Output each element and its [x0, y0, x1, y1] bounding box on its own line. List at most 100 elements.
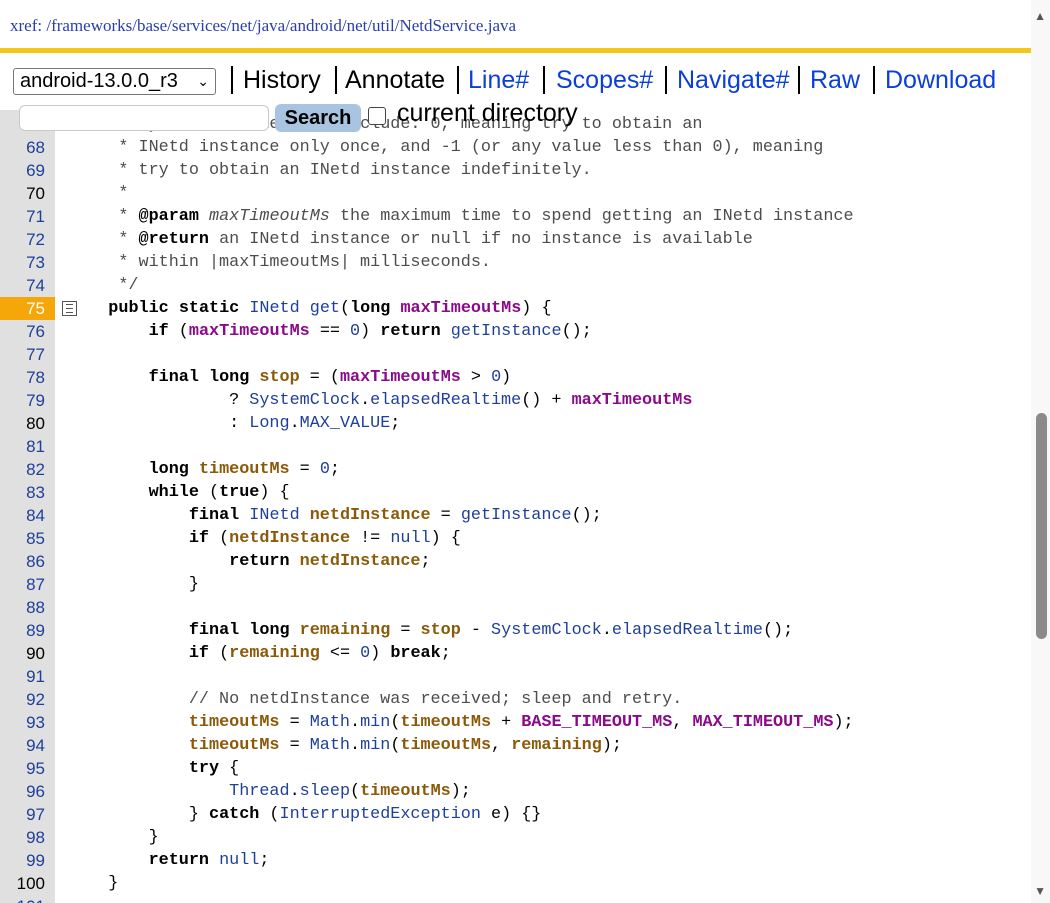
code-line: 85 if (netdInstance != null) {: [0, 527, 1031, 550]
toolbar-separator: [231, 66, 233, 94]
toolbar-separator: [665, 66, 667, 94]
line-number[interactable]: 79: [0, 389, 45, 412]
code-line: 75 public static INetd get(long maxTimeo…: [0, 297, 1031, 320]
code-line: 87 }: [0, 573, 1031, 596]
code-text: */: [68, 276, 139, 295]
toolbar-separator: [335, 66, 337, 94]
line-number[interactable]: 74: [0, 274, 45, 297]
code-line: 96 Thread.sleep(timeoutMs);: [0, 780, 1031, 803]
line-number[interactable]: 81: [0, 435, 45, 458]
line-number[interactable]: 97: [0, 803, 45, 826]
line-number[interactable]: 96: [0, 780, 45, 803]
line-number[interactable]: 68: [0, 136, 45, 159]
code-text: final long stop = (maxTimeoutMs > 0): [148, 368, 512, 387]
line-number[interactable]: 101: [0, 895, 45, 903]
line-number[interactable]: 88: [0, 596, 45, 619]
code-line: 99 return null;: [0, 849, 1031, 872]
scrollbar-thumb[interactable]: [1036, 413, 1047, 639]
line-number[interactable]: 100: [0, 872, 45, 895]
line-number[interactable]: 94: [0, 734, 45, 757]
code-text: } catch (InterruptedException e) {}: [68, 805, 542, 824]
version-select-value: android-13.0.0_r3: [20, 70, 178, 92]
toolbar-separator: [543, 66, 545, 94]
line-number[interactable]: 78: [0, 366, 45, 389]
code-text: final long remaining = stop - SystemCloc…: [188, 621, 794, 640]
line-number[interactable]: 83: [0, 481, 45, 504]
code-text: if (netdInstance != null) {: [188, 529, 461, 548]
line-number[interactable]: 71: [0, 205, 45, 228]
line-number[interactable]: 72: [0, 228, 45, 251]
code-text: * @param maxTimeoutMs the maximum time t…: [68, 207, 854, 226]
current-directory-checkbox[interactable]: [368, 107, 386, 125]
search-input[interactable]: [19, 105, 269, 131]
code-line: 74 */: [0, 274, 1031, 297]
code-line: 94 timeoutMs = Math.min(timeoutMs, remai…: [0, 734, 1031, 757]
code-text: Thread.sleep(timeoutMs);: [229, 782, 471, 801]
toolbar-separator: [798, 66, 800, 94]
code-line: 71 * @param maxTimeoutMs the maximum tim…: [0, 205, 1031, 228]
line-number[interactable]: 70: [0, 182, 45, 205]
vertical-scrollbar[interactable]: ▲ ▼: [1031, 0, 1050, 903]
code-line: 76 if (maxTimeoutMs == 0) return getInst…: [0, 320, 1031, 343]
code-text: }: [68, 575, 199, 594]
line-number[interactable]: 73: [0, 251, 45, 274]
scopes-link[interactable]: Scopes#: [556, 64, 653, 96]
code-line: 95 try {: [0, 757, 1031, 780]
current-directory-label: current directory: [397, 99, 578, 127]
chevron-down-icon: ⌄: [197, 73, 209, 89]
line-number[interactable]: 90: [0, 642, 45, 665]
code-text: if (remaining <= 0) break;: [188, 644, 451, 663]
code-text: ? SystemClock.elapsedRealtime() + maxTim…: [68, 391, 693, 410]
line-number[interactable]: 85: [0, 527, 45, 550]
line-number[interactable]: 75: [0, 297, 55, 320]
code-text: if (maxTimeoutMs == 0) return getInstanc…: [148, 322, 592, 341]
line-number[interactable]: 89: [0, 619, 45, 642]
search-button[interactable]: Search: [275, 104, 361, 132]
line-number[interactable]: 82: [0, 458, 45, 481]
line-number[interactable]: 99: [0, 849, 45, 872]
code-text: timeoutMs = Math.min(timeoutMs + BASE_TI…: [188, 713, 854, 732]
line-number[interactable]: 87: [0, 573, 45, 596]
line-number[interactable]: 80: [0, 412, 45, 435]
toolbar-separator: [873, 66, 875, 94]
line-number[interactable]: 69: [0, 159, 45, 182]
navigate-link[interactable]: Navigate#: [677, 64, 790, 96]
line-number[interactable]: 86: [0, 550, 45, 573]
code-line: 73 * within |maxTimeoutMs| milliseconds.: [0, 251, 1031, 274]
line-number[interactable]: 77: [0, 343, 45, 366]
code-text: return netdInstance;: [229, 552, 431, 571]
code-line: 90 if (remaining <= 0) break;: [0, 642, 1031, 665]
line-number[interactable]: 84: [0, 504, 45, 527]
code-text: while (true) {: [148, 483, 290, 502]
annotate-link[interactable]: Annotate: [345, 64, 445, 96]
code-line: 78 final long stop = (maxTimeoutMs > 0): [0, 366, 1031, 389]
history-link[interactable]: History: [243, 64, 321, 96]
download-link[interactable]: Download: [885, 64, 996, 96]
code-line: 91: [0, 665, 1031, 688]
line-number[interactable]: 91: [0, 665, 45, 688]
raw-link[interactable]: Raw: [810, 64, 860, 96]
code-line: 89 final long remaining = stop - SystemC…: [0, 619, 1031, 642]
path-bar: xref: /frameworks/base/services/net/java…: [0, 0, 1031, 53]
line-number[interactable]: 76: [0, 320, 45, 343]
line-number[interactable]: 95: [0, 757, 45, 780]
code-text: }: [68, 828, 159, 847]
code-line: 68 * INetd instance only once, and -1 (o…: [0, 136, 1031, 159]
code-text: : Long.MAX_VALUE;: [68, 414, 401, 433]
line-number[interactable]: 93: [0, 711, 45, 734]
code-line: 88: [0, 596, 1031, 619]
line-number[interactable]: 98: [0, 826, 45, 849]
line-number-link[interactable]: Line#: [468, 64, 529, 96]
code-line: 98 }: [0, 826, 1031, 849]
scroll-down-arrow-icon[interactable]: ▼: [1034, 884, 1046, 898]
scroll-up-arrow-icon[interactable]: ▲: [1034, 9, 1046, 23]
code-line: 84 final INetd netdInstance = getInstanc…: [0, 504, 1031, 527]
code-line: 83 while (true) {: [0, 481, 1031, 504]
code-line: 82 long timeoutMs = 0;: [0, 458, 1031, 481]
code-viewer: 67 * @param maxTimeoutMs include: 0, mea…: [0, 110, 1031, 903]
code-text: // No netdInstance was received; sleep a…: [68, 690, 683, 709]
version-select[interactable]: android-13.0.0_r3 ⌄: [13, 68, 216, 95]
line-number[interactable]: 92: [0, 688, 45, 711]
code-line: 93 timeoutMs = Math.min(timeoutMs + BASE…: [0, 711, 1031, 734]
search-bar: Search current directory: [0, 99, 1031, 134]
